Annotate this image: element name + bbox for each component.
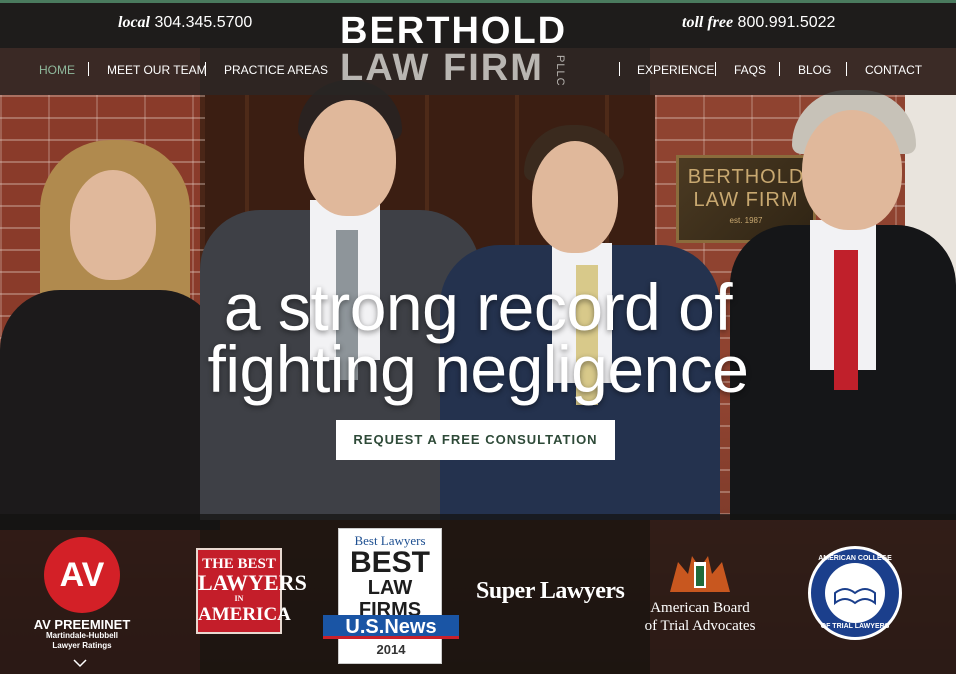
nav-divider <box>779 62 780 76</box>
best-law-firms-badge[interactable]: Best Lawyers BEST LAW FIRMS U.S.News 201… <box>323 528 459 664</box>
tollfree-number[interactable]: 800.991.5022 <box>738 14 836 31</box>
tollfree-phone[interactable]: toll free 800.991.5022 <box>682 14 835 32</box>
site-logo[interactable]: BERTHOLD LAW FIRM PLLC <box>340 10 580 89</box>
nav-divider <box>715 62 716 76</box>
headline-line2: fighting negligence <box>207 332 749 406</box>
local-label: local <box>118 14 150 31</box>
abta-line2[interactable]: of Trial Advocates <box>630 618 770 635</box>
nav-experience[interactable]: EXPERIENCE <box>637 63 714 77</box>
abta-line1[interactable]: American Board <box>630 600 770 617</box>
bla-line2: LAWYERS <box>198 570 307 595</box>
nav-home[interactable]: HOME <box>39 63 75 77</box>
nav-faqs[interactable]: FAQS <box>734 63 766 77</box>
chevron-down-icon[interactable] <box>73 656 87 670</box>
request-consultation-button[interactable]: REQUEST A FREE CONSULTATION <box>336 420 615 460</box>
usnews-banner: U.S.News <box>323 615 459 639</box>
tollfree-label: toll free <box>682 14 734 31</box>
logo-line2: LAW FIRM <box>340 47 544 89</box>
abta-crest-icon <box>670 556 730 592</box>
hero-headline: a strong record of fighting negligence <box>0 270 956 406</box>
logo-line1: BERTHOLD <box>340 10 568 52</box>
nav-divider <box>205 62 206 76</box>
nav-contact[interactable]: CONTACT <box>865 63 922 77</box>
acl-bottom-text: OF TRIAL LAWYERS <box>820 623 890 630</box>
local-number[interactable]: 304.345.5700 <box>154 14 252 31</box>
nav-divider <box>619 62 620 76</box>
bla-line3: IN <box>234 594 244 603</box>
nav-meet-our-team[interactable]: MEET OUR TEAM <box>107 63 207 77</box>
logo-suffix: PLLC <box>554 55 566 87</box>
best-lawyers-america-badge[interactable]: THE BEST LAWYERS IN AMERICA <box>196 548 307 634</box>
hero-stage: BERTHOLD LAW FIRM est. 1987 local 304.34… <box>0 0 956 674</box>
nav-divider <box>846 62 847 76</box>
headline-line1: a strong record of <box>223 270 733 344</box>
blf-year: 2014 <box>376 642 406 657</box>
av-title: AV PREEMINET <box>33 617 131 632</box>
nav-divider <box>88 62 89 76</box>
av-badge-icon[interactable]: AV <box>44 537 120 613</box>
nav-blog[interactable]: BLOG <box>798 63 831 77</box>
blf-line1: BEST <box>349 546 430 579</box>
local-phone[interactable]: local 304.345.5700 <box>118 14 252 32</box>
nav-practice-areas[interactable]: PRACTICE AREAS <box>224 63 328 77</box>
bla-line4: AMERICA <box>198 604 291 625</box>
super-lawyers-logo[interactable]: Super Lawyers <box>476 578 625 605</box>
open-book-icon <box>825 563 885 623</box>
av-sub2: Lawyer Ratings <box>52 641 112 650</box>
av-sub1: Martindale-Hubbell <box>45 631 118 640</box>
acl-top-text: AMERICAN COLLEGE <box>818 555 892 562</box>
american-college-trial-lawyers-seal[interactable]: AMERICAN COLLEGE OF TRIAL LAWYERS <box>808 546 902 640</box>
